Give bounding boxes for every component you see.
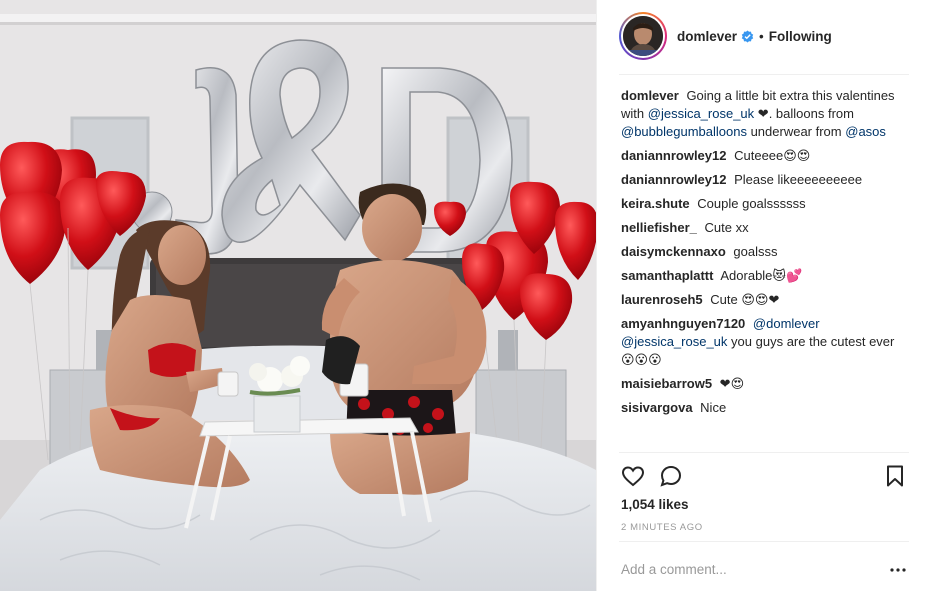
comment-username[interactable]: maisiebarrow5 [621,376,712,391]
comment-item: samanthaplattt Adorable😻💕 [621,267,909,285]
comment-icon [660,465,682,487]
comment-username[interactable]: nelliefisher_ [621,220,697,235]
instagram-post: domlever • Following domlever Going a li… [0,0,930,591]
comment-username[interactable]: daniannrowley12 [621,172,726,187]
comment-button[interactable] [657,462,685,490]
header-separator: • [759,28,764,44]
avatar-border [621,14,665,58]
comment-text: Cuteeee😍😍 [734,148,811,163]
more-options-icon [890,568,906,572]
comment-mention-jessica[interactable]: @jessica_rose_uk [621,334,727,349]
comment-item: keira.shute Couple goalssssss [621,195,909,213]
comment-item: maisiebarrow5 ❤😍 [621,375,909,393]
comment-text: ❤😍 [719,376,745,391]
bookmark-icon [887,465,903,487]
comment-username[interactable]: sisivargova [621,400,693,415]
comment-item: daniannrowley12 Cuteeee😍😍 [621,147,909,165]
caption-text-2: ❤. balloons from [757,106,854,121]
comment-item: sisivargova Nice [621,399,909,417]
comments-list: domlever Going a little bit extra this v… [621,87,909,423]
post-timestamp[interactable]: 2 MINUTES AGO [621,522,703,533]
comment-text: goalsss [733,244,778,259]
avatar-image [623,16,663,56]
comment-text: Couple goalssssss [697,196,806,211]
following-button[interactable]: Following [769,29,832,44]
comment-item: amyanhnguyen7120 @domlever @jessica_rose… [621,315,909,369]
header-divider [619,74,909,75]
comment-mention-domlever[interactable]: @domlever [753,316,820,331]
comment-username[interactable]: keira.shute [621,196,690,211]
comment-item: daisymckennaxo goalsss [621,243,909,261]
caption-username[interactable]: domlever [621,88,679,103]
comment-item: laurenroseh5 Cute 😍😍❤ [621,291,909,309]
comment-text: Adorable😻💕 [720,268,803,283]
comment-text: Cute xx [704,220,749,235]
verified-badge-icon [741,30,754,43]
header-text: domlever • Following [677,29,832,44]
caption-mention-asos[interactable]: @asos [845,124,886,139]
post-photo-illustration [0,0,596,591]
comment-username[interactable]: amyanhnguyen7120 [621,316,745,331]
heart-icon [621,466,645,487]
comment-text: Nice [700,400,727,415]
story-ring[interactable] [619,12,667,60]
caption-text-3: underwear from [750,124,842,139]
avatar[interactable] [623,16,663,56]
comment-divider [619,541,909,542]
post-photo[interactable] [0,0,596,591]
caption-mention-jessica[interactable]: @jessica_rose_uk [648,106,754,121]
comment-text: Please likeeeeeeeeee [734,172,863,187]
save-button[interactable] [881,462,909,490]
like-button[interactable] [619,462,647,490]
add-comment-input[interactable] [621,558,871,580]
comment-text: Cute 😍😍❤ [710,292,780,307]
post-side-panel: domlever • Following domlever Going a li… [596,0,930,591]
comment-username[interactable]: laurenroseh5 [621,292,703,307]
actions-divider [619,452,909,453]
comment-username[interactable]: samanthaplattt [621,268,713,283]
likes-count[interactable]: 1,054 likes [621,497,689,512]
caption-mention-balloons[interactable]: @bubblegumballoons [621,124,747,139]
header-username[interactable]: domlever [677,29,737,44]
comment-item: nelliefisher_ Cute xx [621,219,909,237]
post-actions [619,462,909,490]
more-options-button[interactable] [887,560,909,580]
comment-username[interactable]: daniannrowley12 [621,148,726,163]
post-header: domlever • Following [619,12,909,60]
comment-item: daniannrowley12 Please likeeeeeeeeee [621,171,909,189]
post-caption: domlever Going a little bit extra this v… [621,87,909,141]
comment-username[interactable]: daisymckennaxo [621,244,726,259]
